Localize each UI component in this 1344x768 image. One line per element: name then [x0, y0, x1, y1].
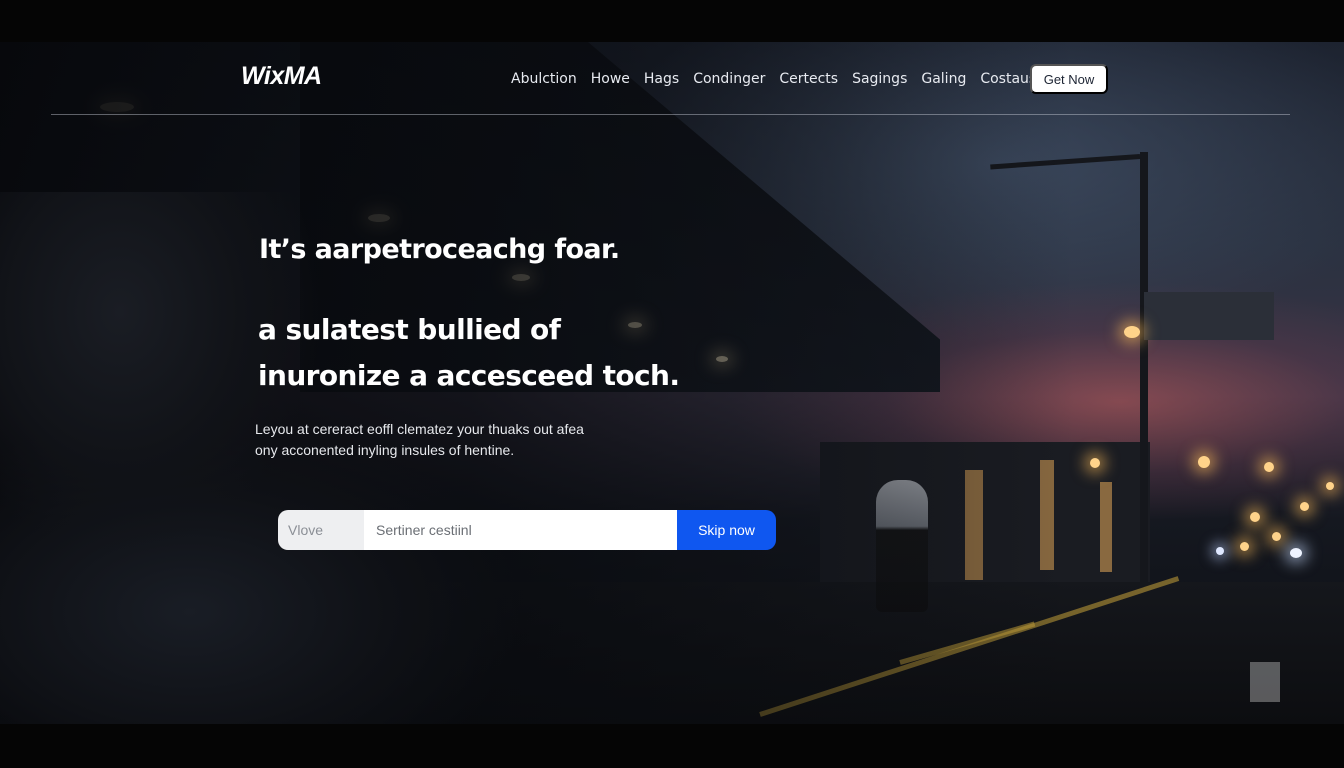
navbar-divider	[51, 114, 1290, 115]
nav-link-hags[interactable]: Hags	[644, 70, 679, 88]
nav-link-abulction[interactable]: Abulction	[511, 70, 577, 88]
get-now-button[interactable]: Get Now	[1030, 64, 1108, 94]
hero-eyebrow: It’s aarpetroceachg foar.	[259, 234, 620, 265]
category-select[interactable]: Vlove	[278, 510, 364, 550]
hero-subtitle-line-1: Leyou at cereract eoffl clematez your th…	[255, 421, 584, 437]
nav-link-sagings[interactable]: Sagings	[852, 70, 907, 88]
nav-link-condinger[interactable]: Condinger	[693, 70, 765, 88]
hero-title-line-1: a sulatest bullied of	[258, 313, 561, 346]
nav-link-costaus[interactable]: Costaus	[980, 70, 1036, 88]
nav-link-howe[interactable]: Howe	[591, 70, 630, 88]
hero-title: a sulatest bullied of inuronize a accesc…	[258, 307, 680, 399]
hero-title-line-2: inuronize a accesceed toch.	[258, 359, 680, 392]
nav-link-certects[interactable]: Certects	[779, 70, 838, 88]
nav-link-galing[interactable]: Galing	[921, 70, 966, 88]
nav-links: Abulction Howe Hags Condinger Certects S…	[511, 70, 1050, 88]
hero-subtitle: Leyou at cereract eoffl clematez your th…	[255, 419, 615, 461]
skip-now-button[interactable]: Skip now	[677, 510, 776, 550]
page: WixMA Abulction Howe Hags Condinger Cert…	[0, 0, 1344, 768]
brand-logo[interactable]: WixMA	[241, 62, 322, 91]
signup-input[interactable]	[364, 510, 677, 550]
hero-subtitle-line-2: ony acconented inyling insules of hentin…	[255, 442, 515, 458]
letterbox-bottom	[0, 724, 1344, 768]
letterbox-top	[0, 0, 1344, 42]
signup-form: Vlove Skip now	[278, 510, 776, 550]
